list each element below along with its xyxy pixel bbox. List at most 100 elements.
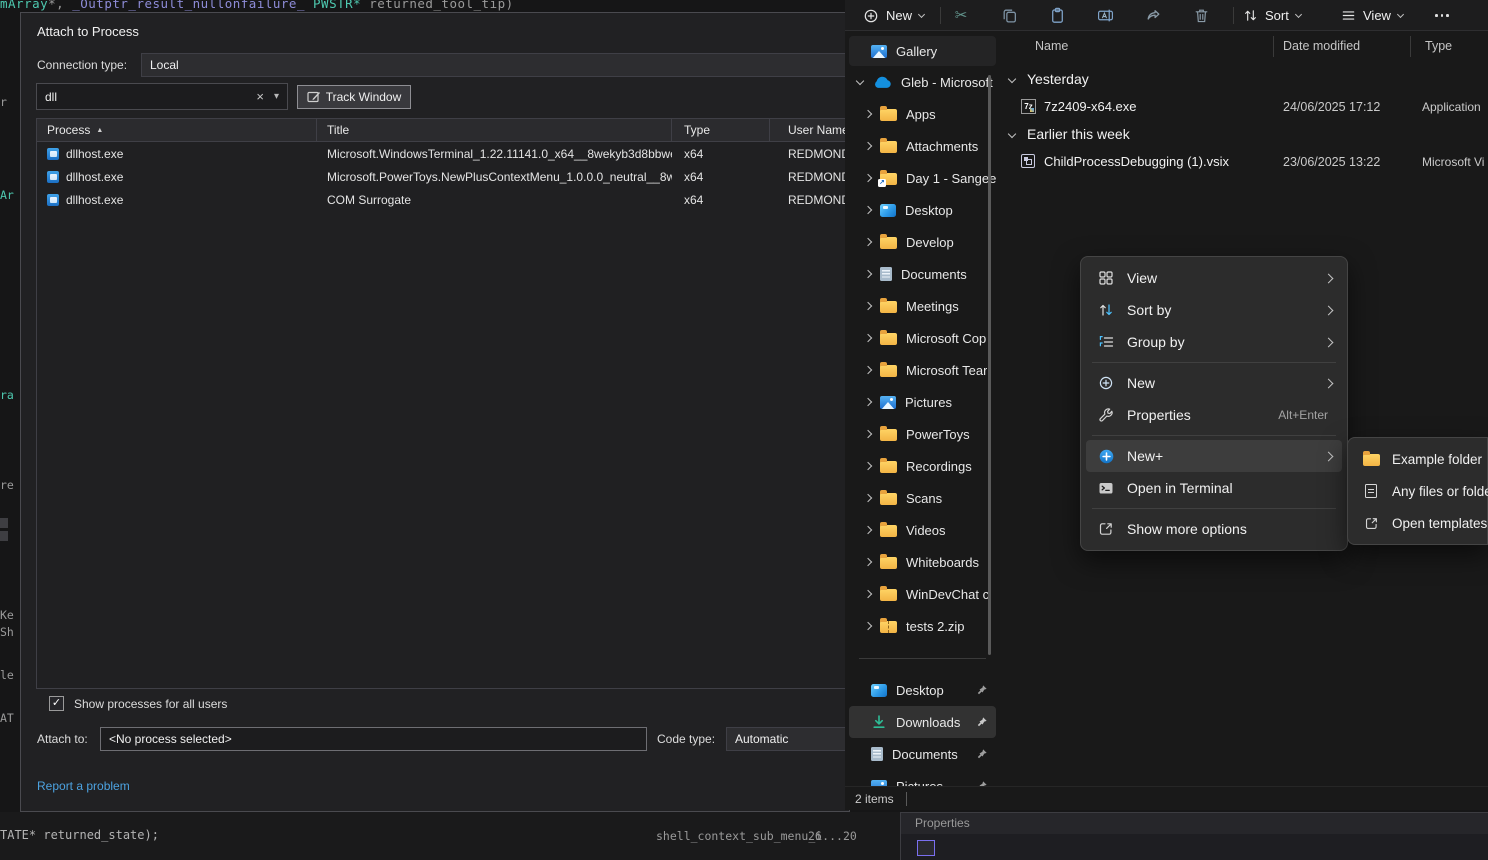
sidebar-item-windevchat[interactable]: WinDevChat c	[849, 578, 996, 610]
chevron-down-icon[interactable]	[856, 76, 864, 84]
sidebar-item-microsoft-cop[interactable]: Microsoft Cop	[849, 322, 996, 354]
folder-icon	[880, 461, 897, 473]
group-header-earlier-this-week[interactable]: Earlier this week	[1000, 122, 1488, 146]
rename-button[interactable]	[1094, 4, 1116, 26]
sidebar-item-pictures-pinned[interactable]: Pictures	[849, 770, 996, 786]
attach-to-row: Attach to: <No process selected> Code ty…	[21, 727, 849, 751]
sidebar-item-videos[interactable]: Videos	[849, 514, 996, 546]
sidebar-item-whiteboards[interactable]: Whiteboards	[849, 546, 996, 578]
column-header-type[interactable]: Type	[672, 119, 770, 141]
attach-to-input[interactable]: <No process selected>	[100, 727, 647, 751]
sidebar-item-documents[interactable]: Documents	[849, 258, 996, 290]
new-button[interactable]: New	[855, 3, 932, 28]
sidebar-item-scans[interactable]: Scans	[849, 482, 996, 514]
column-header-type[interactable]: Type	[1425, 39, 1452, 53]
report-problem-link[interactable]: Report a problem	[37, 779, 130, 793]
file-row-7z2409[interactable]: 7z 7z2409-x64.exe 24/06/2025 17:12 Appli…	[1000, 93, 1488, 121]
sidebar-item-tests-zip[interactable]: tests 2.zip	[849, 610, 996, 642]
sidebar-item-recordings[interactable]: Recordings	[849, 450, 996, 482]
process-row[interactable]: dllhost.exe Microsoft.WindowsTerminal_1.…	[37, 142, 850, 165]
folder-icon	[880, 301, 897, 313]
menu-item-show-more-options[interactable]: Show more options	[1086, 513, 1342, 545]
sidebar-item-meetings[interactable]: Meetings	[849, 290, 996, 322]
connection-type-select[interactable]: Local	[141, 53, 849, 77]
sidebar-item-microsoft-tear[interactable]: Microsoft Tear	[849, 354, 996, 386]
column-header-title[interactable]: Title	[317, 119, 672, 141]
sidebar-item-develop[interactable]: Develop	[849, 226, 996, 258]
copy-button[interactable]	[998, 4, 1020, 26]
menu-item-open-in-terminal[interactable]: Open in Terminal	[1086, 472, 1342, 504]
menu-item-new[interactable]: New	[1086, 367, 1342, 399]
chevron-right-icon[interactable]	[864, 622, 872, 630]
paste-button[interactable]	[1046, 4, 1068, 26]
chevron-right-icon[interactable]	[864, 590, 872, 598]
track-window-button[interactable]: Track Window	[297, 85, 411, 109]
menu-item-group-by[interactable]: Group by	[1086, 326, 1342, 358]
chevron-down-icon[interactable]	[1008, 75, 1016, 83]
menu-item-sort-by[interactable]: Sort by	[1086, 294, 1342, 326]
submenu-item-any-files[interactable]: Any files or folde	[1352, 475, 1487, 507]
column-divider[interactable]	[1273, 36, 1274, 57]
file-row-childprocessdebugging[interactable]: ChildProcessDebugging (1).vsix 23/06/202…	[1000, 148, 1488, 176]
menu-item-new-plus[interactable]: New+	[1086, 440, 1342, 472]
process-filter-input[interactable]: dll × ▾	[36, 83, 288, 110]
code-token	[305, 0, 313, 11]
sidebar-item-downloads-pinned[interactable]: Downloads	[849, 706, 996, 738]
column-header-process[interactable]: Process ▲	[37, 119, 317, 141]
chevron-right-icon[interactable]	[864, 430, 872, 438]
sidebar-item-powertoys[interactable]: PowerToys	[849, 418, 996, 450]
chevron-right-icon[interactable]	[864, 398, 872, 406]
code-type-select[interactable]: Automatic	[726, 727, 849, 751]
chevron-right-icon[interactable]	[864, 206, 872, 214]
sidebar-item-documents-pinned[interactable]: Documents	[849, 738, 996, 770]
chevron-right-icon[interactable]	[864, 494, 872, 502]
view-button[interactable]: View	[1341, 3, 1403, 28]
new-plus-submenu: Example folder Any files or folde Open t…	[1347, 437, 1488, 545]
chevron-right-icon[interactable]	[864, 142, 872, 150]
submenu-item-open-templates[interactable]: Open templates	[1352, 507, 1487, 539]
chevron-right-icon[interactable]	[864, 302, 872, 310]
process-row[interactable]: dllhost.exe COM Surrogate x64 REDMOND	[37, 188, 850, 211]
cut-button[interactable]: ✂	[950, 4, 972, 26]
vsix-icon	[1021, 154, 1035, 168]
background-code-line: TATE* returned_state);	[0, 828, 159, 842]
chevron-right-icon[interactable]	[864, 270, 872, 278]
filter-dropdown-icon[interactable]: ▾	[274, 91, 279, 102]
chevron-right-icon[interactable]	[864, 366, 872, 374]
chevron-down-icon[interactable]	[1008, 130, 1016, 138]
share-button[interactable]	[1142, 4, 1164, 26]
column-header-name[interactable]: Name	[1035, 39, 1068, 53]
sidebar-item-pictures[interactable]: Pictures	[849, 386, 996, 418]
column-header-date-modified[interactable]: Date modified	[1283, 39, 1360, 53]
delete-button[interactable]	[1190, 4, 1212, 26]
sidebar-scrollbar[interactable]	[988, 75, 991, 655]
menu-item-view[interactable]: View	[1086, 262, 1342, 294]
chevron-right-icon[interactable]	[864, 110, 872, 118]
sidebar-item-onedrive[interactable]: Gleb - Microsoft	[849, 66, 996, 98]
attach-to-label: Attach to:	[37, 732, 88, 746]
column-divider[interactable]	[1410, 36, 1411, 57]
more-options-button[interactable]	[1425, 3, 1459, 28]
column-header-username[interactable]: User Name	[770, 119, 850, 141]
chevron-right-icon[interactable]	[864, 334, 872, 342]
process-row[interactable]: dllhost.exe Microsoft.PowerToys.NewPlusC…	[37, 165, 850, 188]
show-all-users-checkbox[interactable]: ✓	[49, 696, 64, 711]
sort-button[interactable]: Sort	[1243, 3, 1301, 28]
sidebar-item-apps[interactable]: Apps	[849, 98, 996, 130]
sidebar-item-desktop-pinned[interactable]: Desktop	[849, 674, 996, 706]
sidebar-item-day1[interactable]: ↗Day 1 - Sangee	[849, 162, 996, 194]
submenu-item-example-folder[interactable]: Example folder	[1352, 443, 1487, 475]
chevron-right-icon[interactable]	[864, 174, 872, 182]
expand-icon	[1096, 521, 1116, 537]
chevron-right-icon[interactable]	[864, 462, 872, 470]
sidebar-item-gallery[interactable]: Gallery	[849, 36, 996, 66]
menu-item-properties[interactable]: Properties Alt+Enter	[1086, 399, 1342, 431]
sidebar-item-desktop[interactable]: Desktop	[849, 194, 996, 226]
clear-filter-icon[interactable]: ×	[256, 89, 264, 104]
sidebar-item-attachments[interactable]: Attachments	[849, 130, 996, 162]
group-header-yesterday[interactable]: Yesterday	[1000, 67, 1488, 91]
chevron-right-icon[interactable]	[864, 238, 872, 246]
chevron-right-icon[interactable]	[864, 558, 872, 566]
chevron-right-icon[interactable]	[864, 526, 872, 534]
document-icon	[871, 747, 883, 761]
